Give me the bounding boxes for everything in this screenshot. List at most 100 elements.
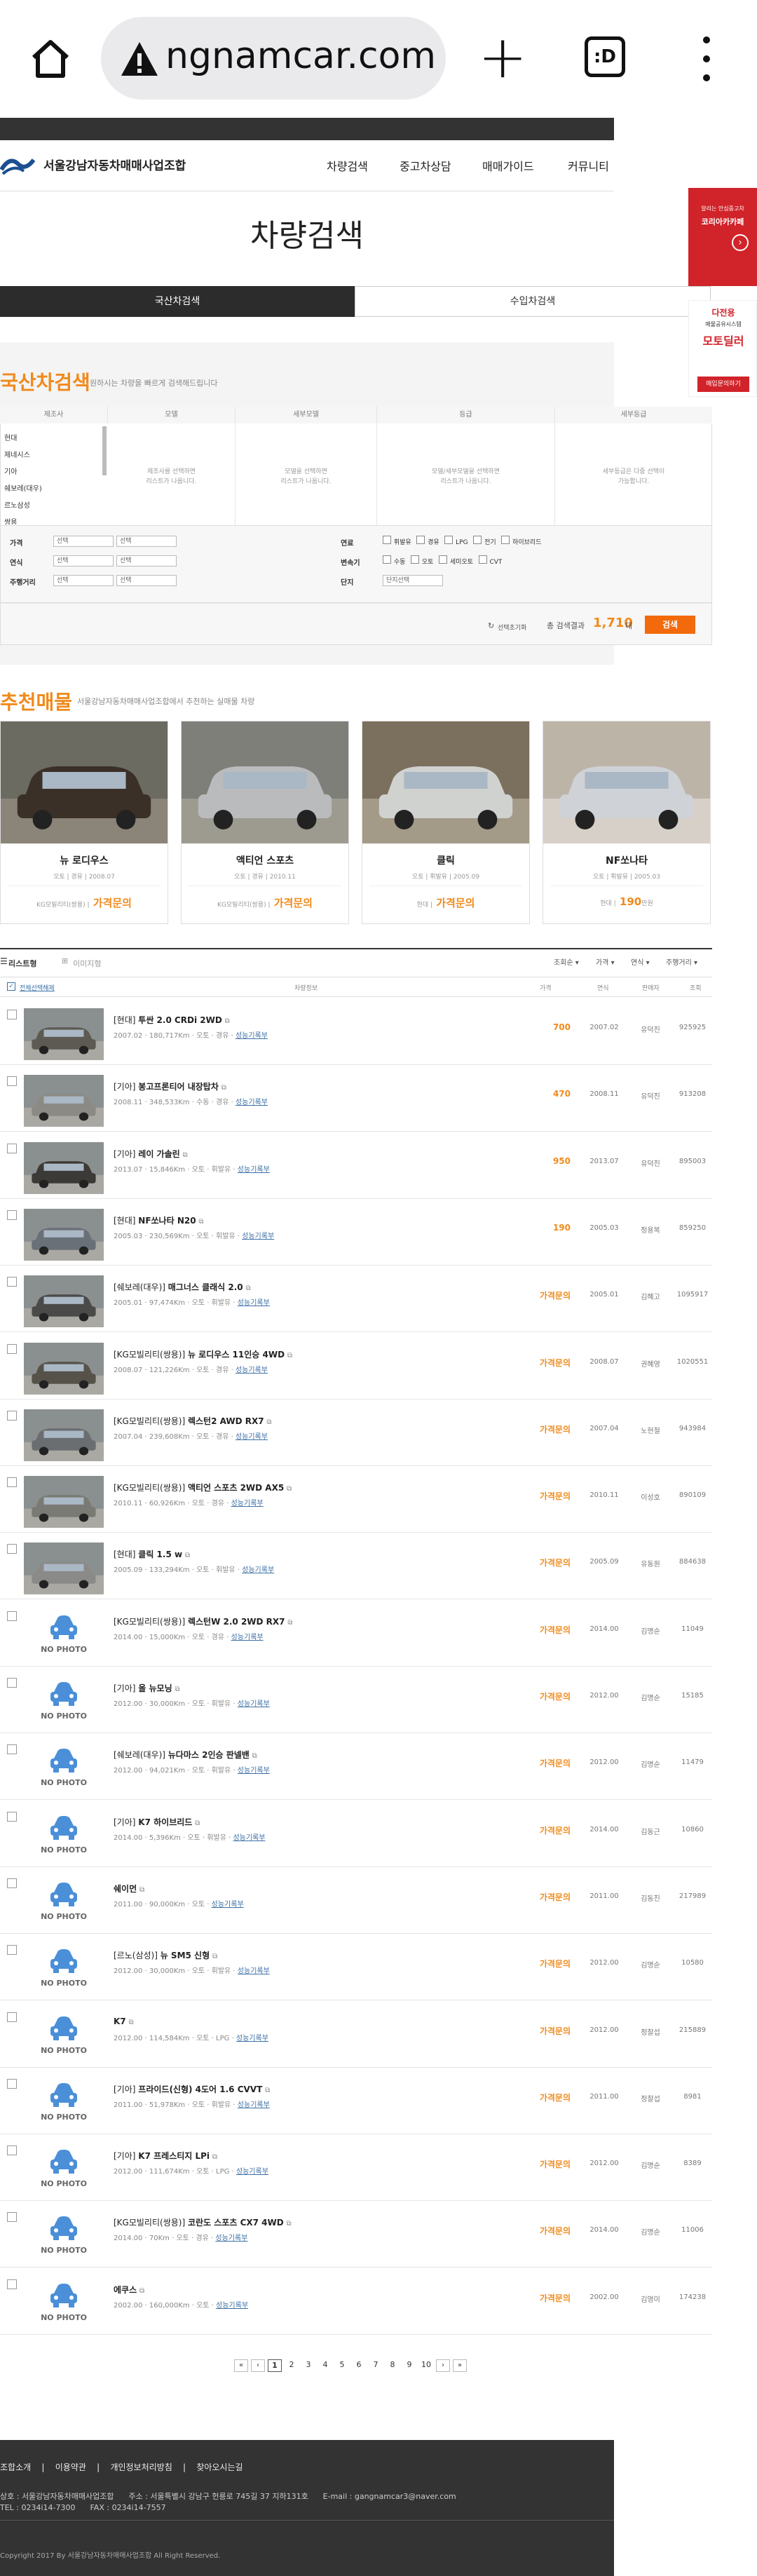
page-number[interactable]: 1 (268, 2359, 282, 2372)
row-title[interactable]: [기아] 올 뉴모닝 ⧉ (114, 1682, 180, 1694)
trans-checkbox[interactable] (439, 555, 448, 564)
unit-select[interactable]: 단지선택 (383, 575, 443, 586)
search-button[interactable]: 검색 (645, 616, 695, 634)
row-checkbox[interactable] (7, 1010, 17, 1019)
tab-domestic[interactable]: 국산차검색 (0, 286, 355, 317)
row-title[interactable]: [KG모빌리티(쌍용)] 렉스턴2 AWD RX7 ⧉ (114, 1415, 272, 1427)
table-row[interactable]: NO PHOTO [기아] K7 프레스티지 LPi ⧉ 2012.00 · 111… (0, 2134, 712, 2202)
row-title[interactable]: [KG모빌리티(쌍용)] 렉스턴W 2.0 2WD RX7 ⧉ (114, 1615, 292, 1627)
banner-button[interactable]: 매입문의하기 (697, 377, 749, 392)
table-row[interactable]: [현대] 클릭 1.5 w ⧉ 2005.09 · 133,294Km · 오토 … (0, 1533, 712, 1600)
prev-page-button[interactable]: ‹ (251, 2359, 265, 2372)
no-photo-thumbnail[interactable]: NO PHOTO (24, 2211, 104, 2263)
maker-option[interactable]: 현대 (4, 432, 17, 442)
row-checkbox[interactable] (7, 1878, 17, 1888)
performance-report-link[interactable]: 성능기록부 (236, 1367, 268, 1374)
row-title[interactable]: [KG모빌리티(쌍용)] 코란도 스포츠 CX7 4WD ⧉ (114, 2216, 292, 2228)
maker-option[interactable]: 제네시스 (4, 449, 30, 459)
mileage-max-select[interactable]: 선택 (116, 575, 177, 586)
sort-views[interactable]: 조회순 ▾ (554, 956, 579, 967)
car-thumbnail[interactable] (24, 1543, 104, 1595)
mileage-min-select[interactable]: 선택 (53, 575, 114, 586)
compare-icon[interactable]: ⧉ (185, 1552, 190, 1559)
row-checkbox[interactable] (7, 1277, 17, 1287)
row-checkbox[interactable] (7, 2212, 17, 2223)
row-checkbox[interactable] (7, 1410, 17, 1421)
row-title[interactable]: [KG모빌리티(쌍용)] 뉴 로디우스 11인승 4WD ⧉ (114, 1348, 292, 1360)
more-menu-icon[interactable] (700, 36, 714, 81)
trans-checkbox[interactable] (478, 555, 487, 564)
performance-report-link[interactable]: 성능기록부 (242, 1233, 274, 1240)
page-number[interactable]: 5 (335, 2359, 349, 2372)
nav-consultation[interactable]: 중고차상담 (400, 157, 451, 174)
car-photo[interactable] (1, 721, 168, 843)
car-thumbnail[interactable] (24, 1208, 104, 1261)
compare-icon[interactable]: ⧉ (198, 1218, 203, 1226)
compare-icon[interactable]: ⧉ (287, 2220, 292, 2228)
table-row[interactable]: NO PHOTO [기아] 프라이드(신형) 4도어 1.6 CVVT ⧉ 2011… (0, 2068, 712, 2134)
performance-report-link[interactable]: 성능기록부 (238, 1299, 270, 1307)
row-title[interactable]: [현대] 클릭 1.5 w ⧉ (114, 1548, 190, 1560)
table-row[interactable]: NO PHOTO [KG모빌리티(쌍용)] 코란도 스포츠 CX7 4WD ⧉ 20… (0, 2201, 712, 2268)
row-checkbox[interactable] (7, 1744, 17, 1755)
compare-icon[interactable]: ⧉ (128, 2019, 133, 2026)
table-row[interactable]: [KG모빌리티(쌍용)] 렉스턴2 AWD RX7 ⧉ 2007.04 · 239… (0, 1399, 712, 1466)
compare-icon[interactable]: ⧉ (195, 1819, 200, 1827)
table-row[interactable]: NO PHOTO [기아] 올 뉴모닝 ⧉ 2012.00 · 30,000Km ·… (0, 1667, 712, 1733)
no-photo-thumbnail[interactable]: NO PHOTO (24, 2010, 104, 2063)
list-view-icon[interactable]: ☰ (0, 956, 8, 966)
tab-imported[interactable]: 수입차검색 (355, 286, 711, 317)
row-checkbox[interactable] (7, 1143, 17, 1153)
row-title[interactable]: [기아] 프라이드(신형) 4도어 1.6 CVVT ⧉ (114, 2083, 270, 2095)
no-photo-thumbnail[interactable]: NO PHOTO (24, 1810, 104, 1862)
card-name[interactable]: 클릭 (362, 853, 529, 867)
last-page-button[interactable]: » (453, 2359, 467, 2372)
gallery-view-icon[interactable]: ⊞ (62, 956, 68, 965)
row-title[interactable]: [르노(삼성)] 뉴 SM5 신형 ⧉ (114, 1949, 217, 1961)
row-checkbox[interactable] (7, 2078, 17, 2089)
compare-icon[interactable]: ⧉ (287, 1485, 292, 1493)
compare-icon[interactable]: ⧉ (139, 1886, 144, 1894)
no-photo-thumbnail[interactable]: NO PHOTO (24, 2144, 104, 2197)
fuel-checkbox[interactable] (501, 536, 510, 544)
no-photo-thumbnail[interactable]: NO PHOTO (24, 1743, 104, 1796)
row-checkbox[interactable] (7, 1544, 17, 1554)
table-row[interactable]: NO PHOTO K7 ⧉ 2012.00 · 114,584Km · 오토 · … (0, 2001, 712, 2068)
nav-vehicle-search[interactable]: 차량검색 (327, 157, 368, 174)
fuel-checkbox[interactable] (444, 536, 453, 544)
performance-report-link[interactable]: 성능기록부 (236, 1099, 268, 1106)
row-checkbox[interactable] (7, 1343, 17, 1354)
table-row[interactable]: [기아] 봉고프론티어 내장탑차 ⧉ 2008.11 · 348,533Km · … (0, 1065, 712, 1132)
sort-year[interactable]: 연식 ▾ (631, 956, 650, 967)
row-checkbox[interactable] (7, 2012, 17, 2022)
car-thumbnail[interactable] (24, 1476, 104, 1528)
row-title[interactable]: K7 ⧉ (114, 2016, 134, 2026)
table-row[interactable]: [쉐보레(대우)] 매그너스 클래식 2.0 ⧉ 2005.01 · 97,474… (0, 1266, 712, 1333)
year-min-select[interactable]: 선택 (53, 555, 114, 567)
row-title[interactable]: [쉐보레(대우)] 뉴다마스 2인승 판넬밴 ⧉ (114, 1749, 257, 1761)
row-checkbox[interactable] (7, 1611, 17, 1621)
compare-icon[interactable]: ⧉ (225, 1017, 230, 1025)
performance-report-link[interactable]: 성능기록부 (212, 1901, 244, 1909)
compare-icon[interactable]: ⧉ (287, 1619, 292, 1627)
performance-report-link[interactable]: 성능기록부 (238, 1767, 270, 1775)
card-name[interactable]: 액티언 스포츠 (182, 853, 348, 867)
row-title[interactable]: [기아] K7 프레스티지 LPi ⧉ (114, 2150, 217, 2162)
trans-checkbox[interactable] (383, 555, 391, 564)
row-title[interactable]: [쉐보레(대우)] 매그너스 클래식 2.0 ⧉ (114, 1281, 251, 1293)
row-checkbox[interactable] (7, 2145, 17, 2156)
compare-icon[interactable]: ⧉ (183, 1151, 188, 1159)
compare-icon[interactable]: ⧉ (246, 1284, 251, 1292)
logo-icon[interactable] (0, 154, 36, 175)
performance-report-link[interactable]: 성능기록부 (238, 1166, 270, 1174)
reset-button[interactable]: 선택초기화 (498, 623, 526, 632)
no-photo-thumbnail[interactable]: NO PHOTO (24, 1676, 104, 1728)
performance-report-link[interactable]: 성능기록부 (231, 1500, 264, 1507)
compare-icon[interactable]: ⧉ (287, 1352, 292, 1360)
row-checkbox[interactable] (7, 1678, 17, 1688)
table-row[interactable]: [현대] 투싼 2.0 CRDi 2WD ⧉ 2007.02 · 180,717K… (0, 998, 712, 1065)
car-thumbnail[interactable] (24, 1141, 104, 1194)
maker-option[interactable]: 쉐보레(대우) (4, 482, 42, 493)
nav-guide[interactable]: 매매가이드 (482, 157, 534, 174)
performance-report-link[interactable]: 성능기록부 (236, 2035, 268, 2042)
